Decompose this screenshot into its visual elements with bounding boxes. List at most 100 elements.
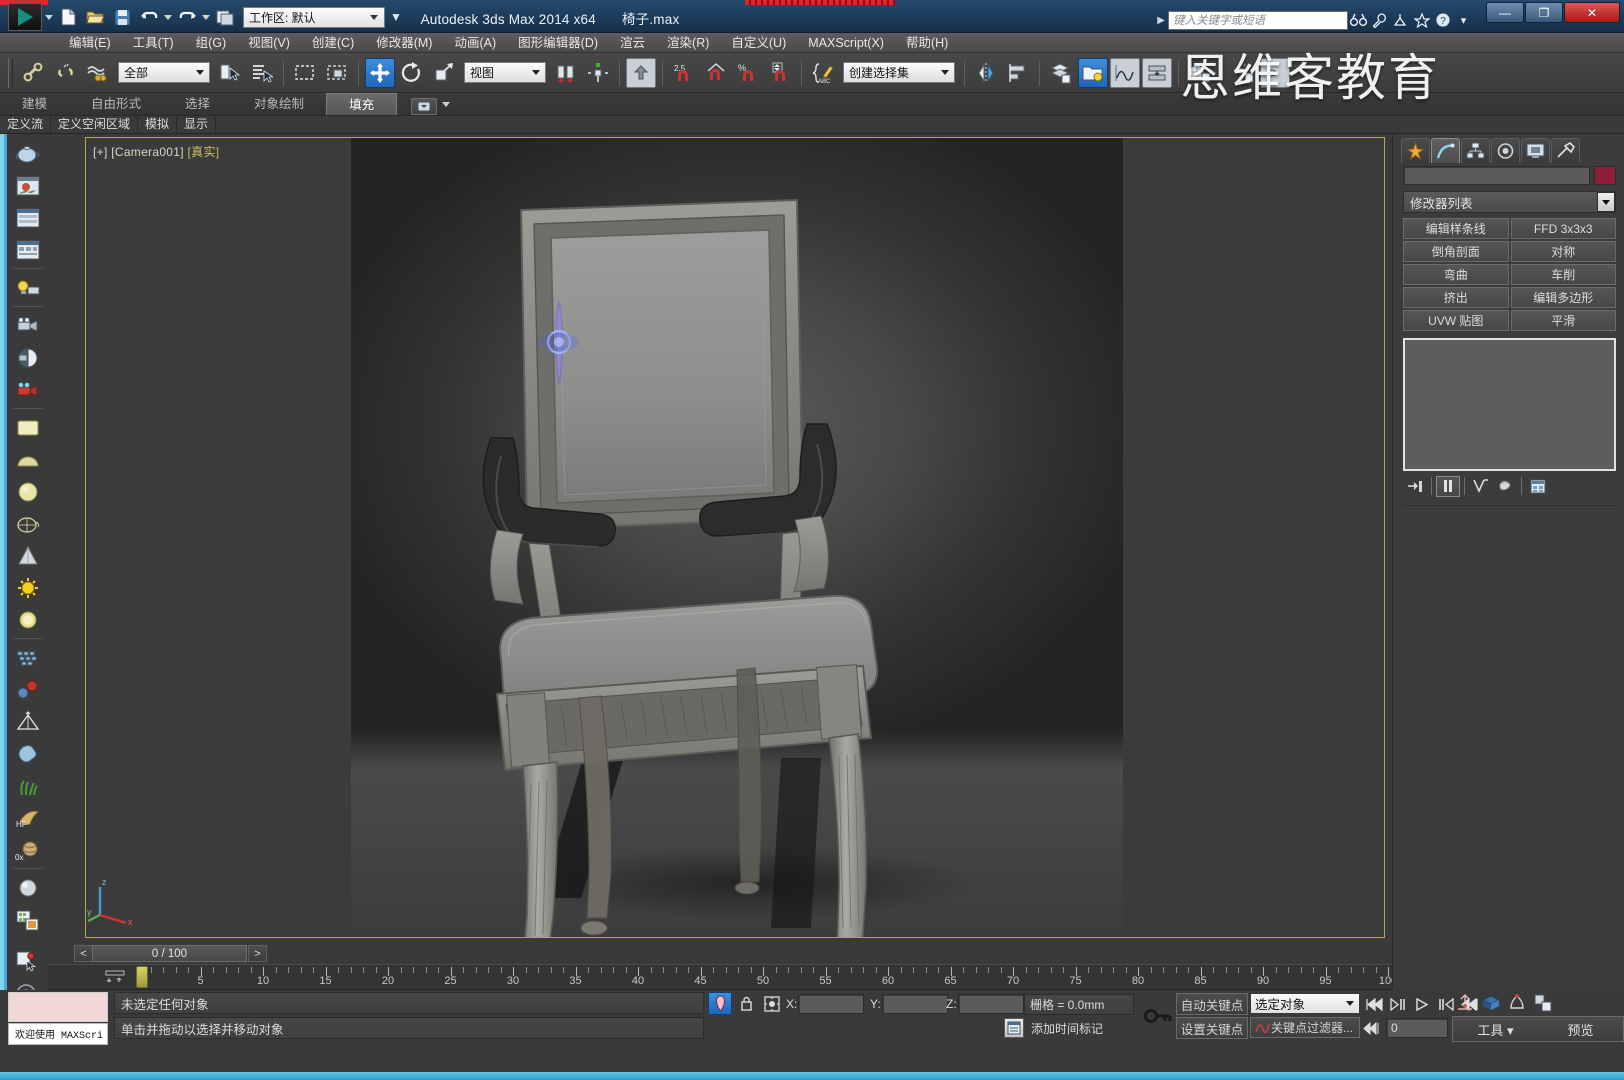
menu-tools[interactable]: 工具(T) <box>122 33 185 53</box>
time-slider-next[interactable]: > <box>248 945 267 962</box>
select-and-scale-icon[interactable] <box>429 58 459 88</box>
wrench-icon[interactable] <box>1369 10 1390 30</box>
maxscript-mini-listener-input[interactable]: 欢迎使用 MAXScri <box>8 1023 108 1045</box>
help-dropdown-icon[interactable]: ▾ <box>1453 10 1474 30</box>
material-editor-icon[interactable] <box>1185 58 1215 88</box>
maximize-viewport-icon[interactable] <box>1530 992 1556 1014</box>
matrix-array-icon[interactable] <box>10 642 46 673</box>
play-animation-icon[interactable] <box>1410 993 1434 1015</box>
selection-lock-toggle[interactable] <box>708 992 732 1015</box>
camera-icon[interactable] <box>10 310 46 341</box>
modifier-bend[interactable]: 弯曲 <box>1403 264 1509 285</box>
select-and-place-bottom-icon[interactable] <box>9 946 43 976</box>
teapot-object-icon[interactable] <box>10 138 46 169</box>
blob-mesh-icon[interactable] <box>10 738 46 769</box>
display-tab[interactable] <box>1521 138 1550 163</box>
select-link-icon[interactable] <box>19 58 49 88</box>
camera-shade-icon[interactable] <box>10 342 46 373</box>
select-by-name-icon[interactable] <box>247 58 277 88</box>
menu-views[interactable]: 视图(V) <box>237 33 301 53</box>
rendered-frame-window-icon[interactable] <box>1260 57 1290 88</box>
track-bar-toggle-icon[interactable] <box>104 969 126 985</box>
ribbon-btn-define-flow[interactable]: 定义流 <box>0 116 52 133</box>
use-pivot-point-center-icon[interactable] <box>551 58 581 88</box>
dome-primitive-icon[interactable] <box>10 444 46 475</box>
menu-group[interactable]: 组(G) <box>185 33 238 53</box>
search-input[interactable]: 键入关键字或短语 <box>1168 10 1348 30</box>
layer-manager-icon[interactable] <box>1046 58 1076 88</box>
show-end-result-icon[interactable] <box>1436 475 1460 497</box>
select-and-move-icon[interactable] <box>365 57 395 88</box>
rectangular-selection-region-icon[interactable] <box>290 58 320 88</box>
set-key-button[interactable]: 设置关键点 <box>1176 1017 1248 1039</box>
coord-y-field[interactable] <box>882 994 948 1014</box>
spinner-snap-toggle-icon[interactable] <box>765 58 795 88</box>
maximize-button[interactable]: ❐ <box>1525 2 1563 23</box>
auto-key-button[interactable]: 自动关键点 <box>1176 993 1248 1015</box>
camera-viewport[interactable]: [+] [Camera001] [真实] z x y <box>85 137 1385 938</box>
viewport-label[interactable]: [+] [Camera001] [真实] <box>93 143 219 160</box>
menu-modifiers[interactable]: 修改器(M) <box>365 33 443 53</box>
modifier-bevel-profile[interactable]: 倒角剖面 <box>1403 241 1509 262</box>
area-light-icon[interactable] <box>10 604 46 635</box>
object-color-swatch[interactable] <box>1594 166 1616 185</box>
modifier-stack-list[interactable] <box>1403 338 1616 471</box>
selection-set-combo[interactable]: 选定对象 <box>1250 993 1360 1014</box>
select-and-rotate-icon[interactable] <box>397 58 427 88</box>
go-to-start-icon[interactable] <box>1362 993 1386 1015</box>
angle-snap-toggle-icon[interactable] <box>701 58 731 88</box>
scene-explorer-icon[interactable] <box>1078 57 1108 88</box>
vray-camera-icon[interactable] <box>10 374 46 405</box>
search-expand-icon[interactable]: ▶ <box>1157 15 1165 26</box>
select-and-manipulate-icon[interactable] <box>583 58 613 88</box>
ribbon-tab-freeform[interactable]: 自由形式 <box>69 93 163 115</box>
remove-modifier-icon[interactable] <box>1493 476 1517 497</box>
percent-snap-toggle-icon[interactable]: % <box>733 58 763 88</box>
render-setup-icon[interactable] <box>1228 58 1258 88</box>
current-frame-field[interactable]: 0 <box>1386 1018 1448 1038</box>
ribbon-btn-define-idle-area[interactable]: 定义空闲区域 <box>51 116 139 133</box>
close-button[interactable]: ✕ <box>1564 2 1620 23</box>
modifier-lathe[interactable]: 车削 <box>1510 264 1616 285</box>
add-time-tag-label[interactable]: 添加时间标记 <box>1005 1018 1135 1039</box>
hair-fur-icon[interactable]: HF <box>10 802 46 833</box>
previous-frame-icon[interactable] <box>1386 993 1410 1015</box>
pyramid-helper-icon[interactable] <box>10 706 46 737</box>
coord-z-field[interactable] <box>958 994 1024 1014</box>
menu-customize[interactable]: 自定义(U) <box>720 33 797 53</box>
zoom-extents-icon[interactable] <box>1478 992 1504 1014</box>
star-icon[interactable] <box>1411 10 1432 30</box>
cone-primitive-icon[interactable] <box>10 540 46 571</box>
rollout-panel-icon[interactable] <box>10 202 46 233</box>
utilities-tab[interactable] <box>1551 138 1580 163</box>
parameter-panel-icon[interactable] <box>10 234 46 265</box>
curve-editor-icon[interactable] <box>1110 57 1140 88</box>
tools-menu-button[interactable]: 工具 ▾ <box>1453 1020 1538 1039</box>
create-tab[interactable] <box>1401 138 1430 163</box>
wire-teapot-icon[interactable] <box>10 508 46 539</box>
time-slider-handle[interactable]: 0 / 100 <box>92 945 247 962</box>
plane-primitive-icon[interactable] <box>10 412 46 443</box>
go-to-frame-icon[interactable] <box>1360 1018 1384 1038</box>
menu-edit[interactable]: 编辑(E) <box>58 33 122 53</box>
menu-help[interactable]: 帮助(H) <box>895 33 959 53</box>
ribbon-tab-populate[interactable]: 填充 <box>326 93 398 115</box>
grass-fur-icon[interactable] <box>10 770 46 801</box>
displacement-icon[interactable]: 0x <box>10 834 46 865</box>
chevron-down-icon[interactable] <box>442 101 451 107</box>
satellite-icon[interactable] <box>1390 10 1411 30</box>
field-of-view-icon[interactable] <box>1504 992 1530 1014</box>
modifier-smooth[interactable]: 平滑 <box>1510 310 1616 331</box>
reference-coordinate-combo[interactable]: 视图 <box>464 62 546 83</box>
menu-rendering[interactable]: 渲染(R) <box>656 33 720 53</box>
sphere-material-icon[interactable] <box>10 872 46 903</box>
menu-render-cloud[interactable]: 渲云 <box>609 33 656 53</box>
configure-modifier-sets-icon[interactable] <box>1526 476 1550 497</box>
toolbar-grip[interactable] <box>8 57 13 88</box>
time-slider-prev[interactable]: < <box>74 945 93 962</box>
snap-toggle-icon[interactable]: 2.5 <box>669 58 699 88</box>
key-mode-toggle-icon[interactable] <box>1140 1004 1176 1028</box>
maxscript-mini-listener-output[interactable] <box>8 992 108 1022</box>
menu-graph-editors[interactable]: 图形编辑器(D) <box>507 33 609 53</box>
menu-maxscript[interactable]: MAXScript(X) <box>797 33 895 53</box>
